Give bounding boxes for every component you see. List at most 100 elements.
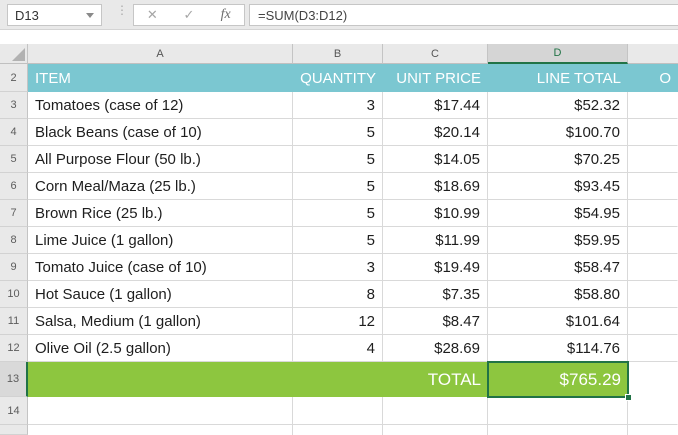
cell-item[interactable]: Lime Juice (1 gallon) [28, 227, 293, 254]
cell-line-total[interactable]: $54.95 [488, 200, 628, 227]
cell-item[interactable]: Brown Rice (25 lb.) [28, 200, 293, 227]
cell-empty[interactable] [628, 119, 678, 146]
cell-item-header[interactable]: ITEM [28, 64, 293, 92]
cell-line-total[interactable]: $114.76 [488, 335, 628, 362]
cell-empty[interactable] [28, 397, 293, 425]
name-box[interactable]: D13 [7, 4, 102, 26]
cell-item[interactable]: Tomato Juice (case of 10) [28, 254, 293, 281]
row-header-2[interactable]: 2 [0, 64, 28, 92]
cell-item[interactable]: Tomatoes (case of 12) [28, 92, 293, 119]
row-header[interactable]: 5 [0, 146, 28, 173]
cell-empty[interactable] [628, 281, 678, 308]
cell-item[interactable]: Hot Sauce (1 gallon) [28, 281, 293, 308]
row-header-13-selected[interactable]: 13 [0, 362, 28, 397]
cell-unit-price-header[interactable]: UNIT PRICE [383, 64, 488, 92]
cell-empty[interactable] [383, 425, 488, 435]
cell-qty[interactable]: 5 [293, 227, 383, 254]
cell-qty[interactable]: 5 [293, 146, 383, 173]
cell-unit-price[interactable]: $17.44 [383, 92, 488, 119]
enter-icon[interactable]: ✓ [172, 7, 205, 23]
cell-empty[interactable] [628, 227, 678, 254]
table-row: 7 Brown Rice (25 lb.) 5 $10.99 $54.95 [0, 200, 678, 227]
cell-qty[interactable]: 8 [293, 281, 383, 308]
formula-bar-buttons: ✕ ✓ fx [133, 4, 245, 26]
cell-empty[interactable] [628, 397, 678, 425]
cell-item[interactable]: Salsa, Medium (1 gallon) [28, 308, 293, 335]
row-header[interactable]: 11 [0, 308, 28, 335]
cell-qty[interactable]: 12 [293, 308, 383, 335]
cell-qty[interactable]: 5 [293, 200, 383, 227]
cell-line-total[interactable]: $52.32 [488, 92, 628, 119]
cell-item[interactable]: Black Beans (case of 10) [28, 119, 293, 146]
cell-empty[interactable] [293, 425, 383, 435]
cell-empty[interactable] [488, 425, 628, 435]
cell-qty[interactable]: 5 [293, 173, 383, 200]
row-header[interactable]: 6 [0, 173, 28, 200]
row-header[interactable]: 8 [0, 227, 28, 254]
row-header-partial[interactable] [0, 425, 28, 435]
cell-empty[interactable] [628, 200, 678, 227]
cell-empty[interactable] [628, 335, 678, 362]
cell-empty[interactable] [628, 425, 678, 435]
cell-unit-price[interactable]: $7.35 [383, 281, 488, 308]
row-header[interactable]: 7 [0, 200, 28, 227]
cell-empty[interactable] [628, 254, 678, 281]
cell-unit-price[interactable]: $8.47 [383, 308, 488, 335]
cell-line-total[interactable]: $59.95 [488, 227, 628, 254]
cell-empty[interactable] [28, 425, 293, 435]
formula-input[interactable]: =SUM(D3:D12) [249, 4, 678, 26]
cell-a13[interactable] [28, 362, 293, 397]
cell-total-label[interactable]: TOTAL [383, 362, 488, 397]
cell-unit-price[interactable]: $14.05 [383, 146, 488, 173]
fill-handle[interactable] [625, 394, 632, 401]
select-all-button[interactable] [0, 44, 28, 64]
row-header[interactable]: 3 [0, 92, 28, 119]
cell-empty[interactable] [628, 308, 678, 335]
cell-qty[interactable]: 4 [293, 335, 383, 362]
cell-qty[interactable]: 3 [293, 254, 383, 281]
cell-qty[interactable]: 3 [293, 92, 383, 119]
row-header-14[interactable]: 14 [0, 397, 28, 425]
cell-qty[interactable]: 5 [293, 119, 383, 146]
cell-line-total[interactable]: $93.45 [488, 173, 628, 200]
cell-line-total-header[interactable]: LINE TOTAL [488, 64, 628, 92]
insert-function-icon[interactable]: fx [209, 7, 242, 23]
cell-unit-price[interactable]: $10.99 [383, 200, 488, 227]
cell-unit-price[interactable]: $11.99 [383, 227, 488, 254]
cell-empty[interactable] [628, 362, 678, 397]
cell-unit-price[interactable]: $19.49 [383, 254, 488, 281]
cell-quantity-header[interactable]: QUANTITY [293, 64, 383, 92]
cell-empty[interactable] [628, 92, 678, 119]
column-header-d-selected[interactable]: D [488, 44, 628, 64]
column-header-e-partial[interactable] [628, 44, 678, 64]
cell-item[interactable]: All Purpose Flour (50 lb.) [28, 146, 293, 173]
cell-empty[interactable] [383, 397, 488, 425]
cell-empty[interactable] [293, 397, 383, 425]
table-row: 12 Olive Oil (2.5 gallon) 4 $28.69 $114.… [0, 335, 678, 362]
cell-e2-partial[interactable]: O [628, 64, 678, 92]
selected-cell-d13[interactable]: $765.29 [488, 362, 628, 397]
cell-empty[interactable] [628, 146, 678, 173]
row-header[interactable]: 9 [0, 254, 28, 281]
cell-line-total[interactable]: $100.70 [488, 119, 628, 146]
cell-empty[interactable] [488, 397, 628, 425]
cell-item[interactable]: Olive Oil (2.5 gallon) [28, 335, 293, 362]
column-header-a[interactable]: A [28, 44, 293, 64]
row-header[interactable]: 4 [0, 119, 28, 146]
cell-line-total[interactable]: $58.47 [488, 254, 628, 281]
name-box-dropdown-icon[interactable] [86, 13, 94, 18]
cell-item[interactable]: Corn Meal/Maza (25 lb.) [28, 173, 293, 200]
cell-empty[interactable] [628, 173, 678, 200]
cell-unit-price[interactable]: $20.14 [383, 119, 488, 146]
cell-b13[interactable] [293, 362, 383, 397]
cell-unit-price[interactable]: $18.69 [383, 173, 488, 200]
cell-line-total[interactable]: $70.25 [488, 146, 628, 173]
row-header[interactable]: 10 [0, 281, 28, 308]
column-header-c[interactable]: C [383, 44, 488, 64]
cell-line-total[interactable]: $101.64 [488, 308, 628, 335]
cell-unit-price[interactable]: $28.69 [383, 335, 488, 362]
column-header-b[interactable]: B [293, 44, 383, 64]
cell-line-total[interactable]: $58.80 [488, 281, 628, 308]
row-header[interactable]: 12 [0, 335, 28, 362]
cancel-icon[interactable]: ✕ [136, 7, 169, 23]
